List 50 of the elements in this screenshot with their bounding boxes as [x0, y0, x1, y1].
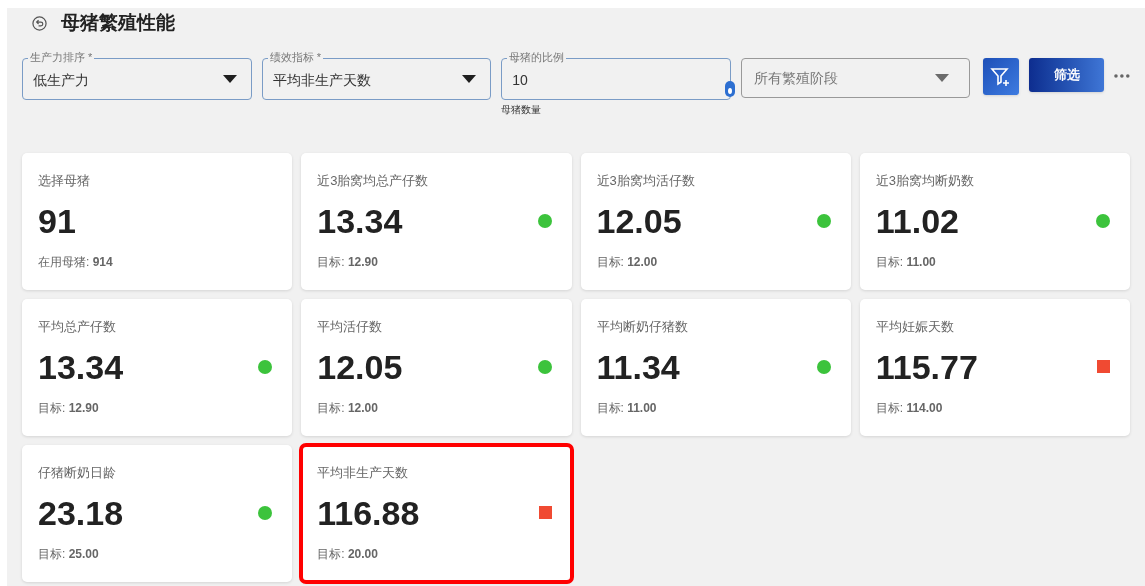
field-value: 平均非生产天数 [272, 70, 371, 90]
dropdown-caret-icon [222, 75, 237, 83]
status-square [538, 506, 552, 519]
field-label: 母猪的比例 [507, 50, 567, 64]
metric-value: 13.34 [317, 200, 403, 241]
dropdown-caret-icon [934, 74, 949, 82]
metric-target: 目标: 12.00 [317, 399, 378, 417]
metric-label: 平均总产仔数 [38, 318, 116, 336]
metric-label: 平均非生产天数 [317, 464, 409, 482]
field-value: 低生产力 [33, 70, 89, 90]
metric-target: 目标: 114.00 [875, 399, 943, 417]
metric-value: 12.05 [317, 346, 403, 387]
dropdown-caret-icon [462, 75, 477, 83]
metric-value: 91 [38, 200, 76, 241]
metric-target: 目标: 12.00 [596, 253, 658, 271]
metric-value: 115.77 [875, 346, 978, 387]
metric-target: 目标: 12.90 [317, 253, 378, 271]
metric-value: 116.88 [317, 492, 420, 533]
metric-target: 目标: 11.00 [875, 253, 936, 271]
metric-label: 平均断奶仔猪数 [596, 318, 688, 336]
metric-label: 平均活仔数 [317, 318, 383, 336]
metric-target: 目标: 12.90 [38, 399, 99, 417]
metric-label: 近3胎窝均活仔数 [596, 172, 695, 190]
field-value: 10 [512, 70, 528, 90]
metric-target: 目标: 20.00 [317, 545, 378, 563]
filter-button[interactable]: 筛选 [1029, 58, 1105, 92]
field-label: 生产力排序 * [28, 50, 95, 64]
page-title: 母猪繁殖性能 [61, 10, 175, 35]
metric-value: 11.34 [596, 346, 680, 387]
metric-label: 平均妊娠天数 [875, 318, 954, 336]
field-placeholder: 所有繁殖阶段 [753, 68, 838, 88]
back-icon[interactable] [32, 15, 47, 31]
more-icon[interactable] [1114, 74, 1130, 78]
metric-label: 近3胎窝均总产仔数 [317, 172, 429, 190]
metric-value: 11.02 [875, 200, 959, 241]
status-square [1097, 360, 1110, 373]
add-filter-button[interactable] [982, 58, 1020, 95]
metric-label: 仔猪断奶日龄 [38, 464, 116, 482]
metric-label: 近3胎窝均断奶数 [875, 172, 974, 190]
select-field[interactable]: 所有繁殖阶段 [740, 58, 970, 98]
metric-value: 12.05 [596, 200, 682, 241]
metric-value: 23.18 [38, 492, 124, 533]
metric-label: 选择母猪 [38, 172, 90, 190]
field-label: 绩效指标 * [267, 50, 323, 64]
metric-target: 目标: 25.00 [38, 545, 99, 563]
metric-value: 13.34 [38, 346, 124, 387]
metric-target: 目标: 11.00 [596, 399, 657, 417]
slider-handle-icon[interactable] [724, 81, 735, 97]
metric-target: 在用母猪: 914 [38, 253, 113, 271]
helper-text: 母猪数量 [501, 103, 542, 117]
